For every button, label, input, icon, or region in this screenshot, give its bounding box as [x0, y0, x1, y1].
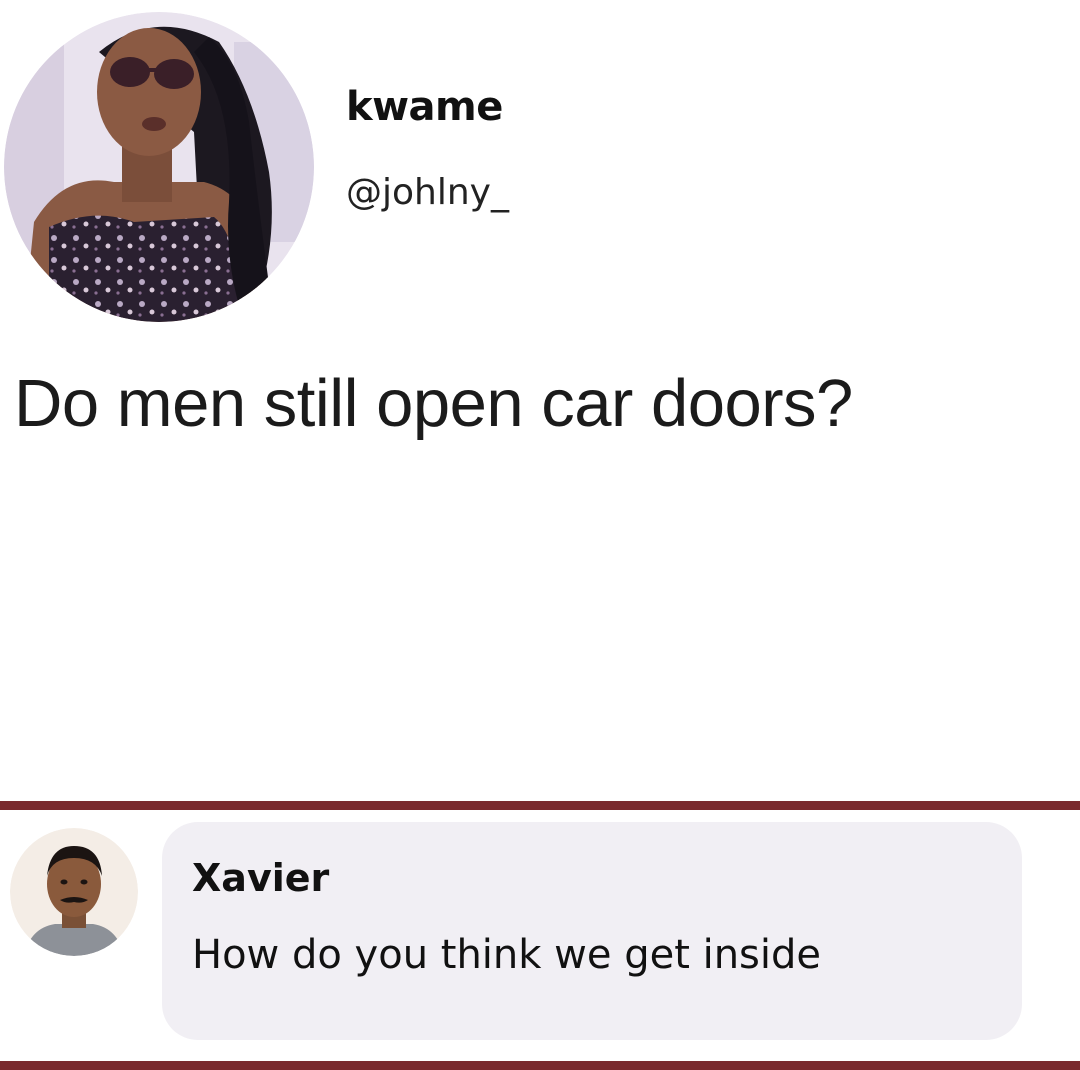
post-author-name[interactable]: kwame — [346, 84, 503, 130]
post-header: kwame @johlny_ — [0, 0, 1080, 340]
profile-photo-icon — [4, 12, 314, 322]
post-author-handle[interactable]: @johlny_ — [346, 172, 509, 213]
divider — [0, 1061, 1080, 1070]
profile-photo-icon — [10, 828, 138, 956]
comment-author-name[interactable]: Xavier — [192, 856, 329, 900]
comment: Xavier How do you think we get inside — [0, 810, 1080, 1061]
divider — [0, 801, 1080, 810]
comment-bubble: Xavier How do you think we get inside — [162, 822, 1022, 1040]
post-author-avatar[interactable] — [4, 12, 314, 322]
post-text: Do men still open car doors? — [14, 366, 853, 441]
comment-text: How do you think we get inside — [192, 932, 822, 978]
comment-author-avatar[interactable] — [10, 828, 138, 956]
